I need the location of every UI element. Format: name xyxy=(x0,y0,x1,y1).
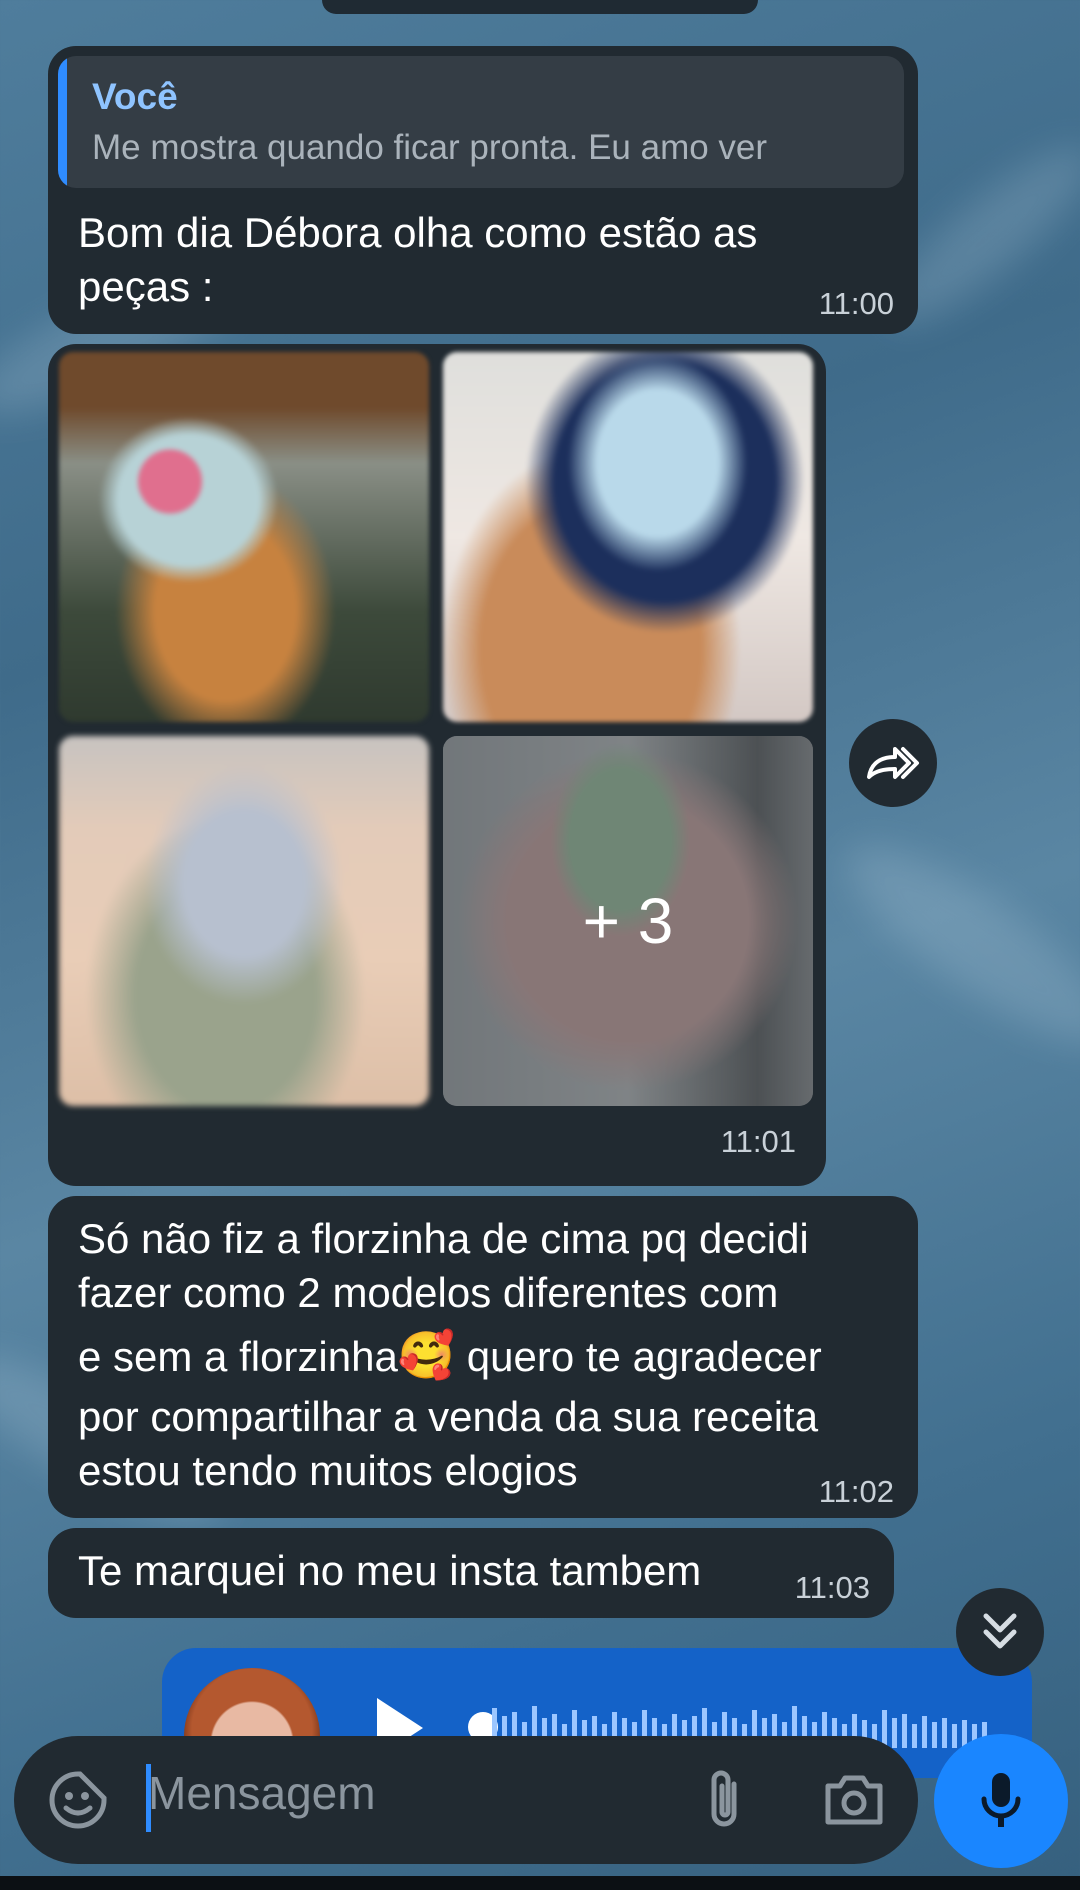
message-time: 11:01 xyxy=(720,1124,796,1159)
message-bubble-reply[interactable]: Você Me mostra quando ficar pronta. Eu a… xyxy=(48,46,918,334)
photo-album-bubble[interactable]: + 3 11:01 xyxy=(48,344,826,1186)
paperclip-icon xyxy=(711,1770,737,1827)
message-text-line: fazer como 2 modelos diferentes com xyxy=(78,1269,779,1316)
message-text-line: peças : xyxy=(78,263,214,310)
message-text-line: Só não fiz a florzinha de cima pq decidi xyxy=(78,1215,809,1262)
album-photo-3[interactable] xyxy=(59,736,429,1106)
forward-button[interactable] xyxy=(849,719,937,807)
smiling-hearts-emoji: 🥰 xyxy=(397,1329,456,1381)
microphone-icon xyxy=(981,1773,1021,1827)
message-text-line-with-emoji: e sem a florzinha🥰 quero te agradecer xyxy=(78,1328,822,1384)
message-time: 11:03 xyxy=(794,1570,870,1605)
scroll-to-bottom-button[interactable] xyxy=(956,1588,1044,1676)
message-text-fragment: e sem a florzinha xyxy=(78,1333,398,1380)
reply-accent-bar xyxy=(58,56,67,188)
reply-preview[interactable]: Você Me mostra quando ficar pronta. Eu a… xyxy=(58,56,904,188)
system-nav-bar xyxy=(0,1876,1080,1890)
album-photo-2[interactable] xyxy=(443,352,813,722)
camera-icon xyxy=(825,1775,883,1825)
double-chevron-down-icon xyxy=(983,1613,1017,1649)
album-photo-more[interactable]: + 3 xyxy=(443,736,813,1106)
voice-record-button[interactable] xyxy=(934,1734,1068,1868)
message-text-line: Te marquei no meu insta tambem xyxy=(78,1547,702,1594)
more-photos-count: + 3 xyxy=(582,885,674,957)
wallpaper-streak xyxy=(823,816,1080,1074)
message-text-line: por compartilhar a venda da sua receita xyxy=(78,1393,819,1440)
message-bubble[interactable]: Só não fiz a florzinha de cima pq decidi… xyxy=(48,1196,918,1518)
album-photo-1[interactable] xyxy=(59,352,429,722)
reply-author: Você xyxy=(92,76,178,117)
message-text-line: estou tendo muitos elogios xyxy=(78,1447,578,1494)
message-composer[interactable]: Mensagem xyxy=(14,1736,918,1864)
message-bubble[interactable]: Te marquei no meu insta tambem 11:03 xyxy=(48,1528,894,1618)
message-text-line: Bom dia Débora olha como estão as xyxy=(78,209,758,256)
top-status-pill xyxy=(322,0,758,14)
forward-icon xyxy=(867,747,919,779)
message-time: 11:02 xyxy=(818,1474,894,1509)
attach-button[interactable] xyxy=(696,1766,752,1834)
sticker-button[interactable] xyxy=(48,1770,108,1830)
message-input[interactable]: Mensagem xyxy=(148,1766,376,1820)
message-text-fragment: quero te agradecer xyxy=(455,1333,822,1380)
message-time: 11:00 xyxy=(818,286,894,321)
camera-button[interactable] xyxy=(822,1772,886,1828)
reply-text: Me mostra quando ficar pronta. Eu amo ve… xyxy=(92,128,768,167)
sticker-icon xyxy=(49,1771,107,1829)
